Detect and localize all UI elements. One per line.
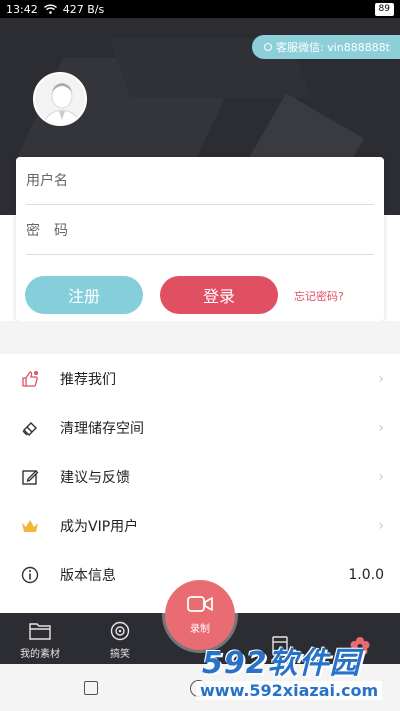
network-speed: 427 B/s — [62, 2, 105, 16]
chevron-right-icon: › — [378, 468, 384, 485]
battery-icon: 89 — [374, 2, 394, 16]
folder-icon — [29, 621, 51, 641]
crown-icon — [20, 516, 40, 536]
record-label: 录制 — [190, 623, 210, 635]
edit-icon — [20, 467, 40, 487]
menu-label-vip: 成为VIP用户 — [60, 518, 139, 535]
menu-label-clear-storage: 清理储存空间 — [60, 420, 144, 437]
register-button[interactable]: 注册 — [25, 276, 143, 314]
avatar[interactable] — [33, 72, 87, 126]
tab-label: 我的素材 — [20, 649, 60, 660]
menu-label-feedback: 建议与反馈 — [60, 469, 130, 486]
eye-icon — [109, 621, 131, 641]
tab-my-materials[interactable]: 我的素材 — [0, 613, 80, 664]
menu-item-vip[interactable]: 成为VIP用户 › — [0, 501, 400, 550]
recent-apps-icon[interactable] — [84, 681, 98, 695]
status-time: 13:42 — [6, 2, 38, 16]
wifi-icon — [43, 4, 57, 14]
thumbs-up-icon — [20, 369, 40, 389]
tab-funny[interactable]: 搞笑 — [80, 613, 160, 664]
info-icon — [20, 565, 40, 585]
menu-label-recommend: 推荐我们 — [60, 371, 116, 388]
chevron-right-icon: › — [378, 517, 384, 534]
settings-menu: 推荐我们 › 清理储存空间 › 建议与反馈 › 成为VIP用户 › 版本信息 1… — [0, 354, 400, 599]
video-camera-icon — [187, 595, 213, 615]
password-input[interactable] — [26, 222, 374, 239]
chevron-right-icon: › — [378, 370, 384, 387]
status-bar: 13:42 427 B/s 89 — [0, 0, 400, 18]
watermark-url: www.592xiazai.com — [196, 681, 383, 700]
tab-label: 搞笑 — [110, 649, 130, 660]
chevron-right-icon: › — [378, 419, 384, 436]
menu-item-feedback[interactable]: 建议与反馈 › — [0, 452, 400, 501]
login-card: 注册 登录 忘记密码? — [16, 157, 384, 321]
watermark: 592软件园 www.592xiazai.com — [196, 638, 396, 708]
wechat-contact-badge[interactable]: 客服微信: vin888888t — [251, 35, 400, 59]
version-value: 1.0.0 — [348, 566, 384, 583]
password-field[interactable] — [26, 207, 374, 255]
menu-item-recommend[interactable]: 推荐我们 › — [0, 354, 400, 403]
forgot-password-link[interactable]: 忘记密码? — [294, 288, 344, 304]
menu-item-clear-storage[interactable]: 清理储存空间 › — [0, 403, 400, 452]
username-input[interactable] — [26, 172, 374, 189]
wechat-contact-text: 客服微信: vin888888t — [275, 41, 390, 54]
watermark-brand: 592软件园 — [202, 646, 361, 681]
section-divider — [0, 321, 400, 354]
location-pin-icon — [263, 43, 272, 51]
eraser-icon — [20, 418, 40, 438]
login-button[interactable]: 登录 — [160, 276, 278, 314]
username-field[interactable] — [26, 157, 374, 205]
